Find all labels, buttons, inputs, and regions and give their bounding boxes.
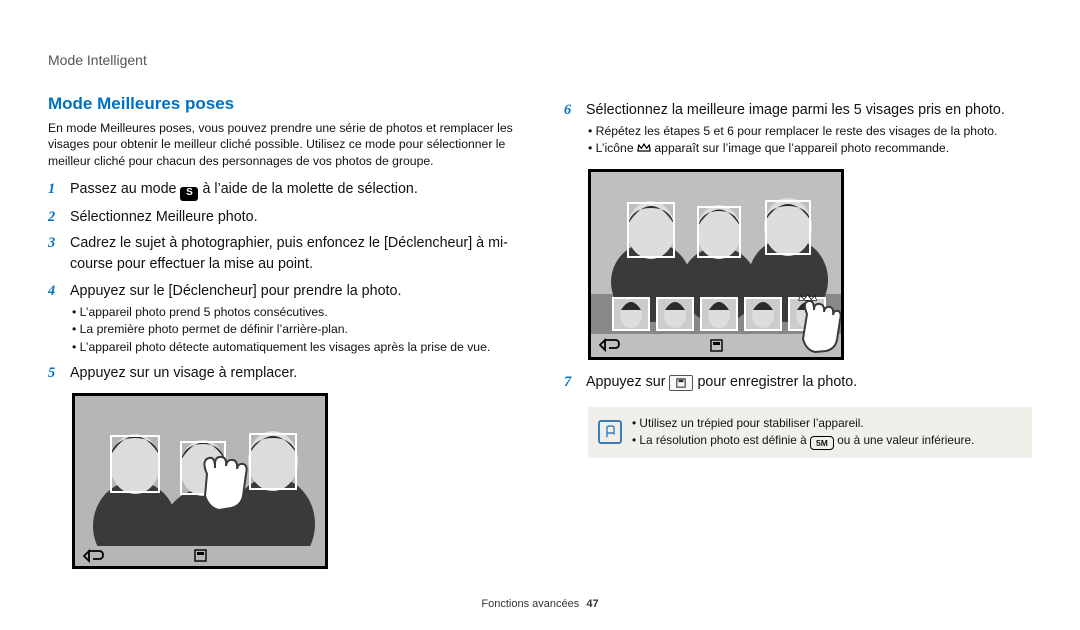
- step-6-sub2: L’icône apparaît sur l’image que l’appar…: [588, 140, 1032, 159]
- save-icon: [669, 375, 693, 391]
- step-3-shutter: Déclencheur: [388, 235, 468, 251]
- resolution-5m-icon: 5M: [810, 436, 834, 450]
- crown-icon: [637, 141, 651, 159]
- step-4: 4 Appuyez sur le [Déclencheur] pour pren…: [48, 281, 516, 302]
- step-number: 6: [564, 100, 578, 121]
- mode-s-icon: S: [180, 187, 198, 201]
- running-header: Mode Intelligent: [48, 52, 1032, 68]
- illustration-step6: [588, 169, 844, 360]
- step-4-sub: L’appareil photo prend 5 photos consécut…: [72, 304, 516, 357]
- note-1: Utilisez un trépied pour stabiliser l’ap…: [632, 415, 974, 432]
- step-7-text-b: pour enregistrer la photo.: [697, 374, 857, 390]
- step-number: 4: [48, 281, 62, 302]
- step-1-text-a: Passez au mode: [70, 181, 180, 197]
- step-3: 3 Cadrez le sujet à photographier, puis …: [48, 233, 516, 274]
- step-number: 3: [48, 233, 62, 274]
- page-number: 47: [586, 598, 598, 610]
- step-7: 7 Appuyez sur pour enregistrer la photo.: [564, 372, 1032, 393]
- step-7-text-a: Appuyez sur: [586, 374, 669, 390]
- step-2-text-a: Sélectionnez: [70, 209, 156, 225]
- step-number: 5: [48, 363, 62, 384]
- illustration-step5: [72, 393, 328, 569]
- step-4-sub2: La première photo permet de définir l’ar…: [72, 321, 516, 339]
- section-title: Mode Meilleures poses: [48, 94, 516, 114]
- step-6-sub1: Répétez les étapes 5 et 6 pour remplacer…: [588, 123, 1032, 141]
- step-1-text-b: à l’aide de la molette de sélection.: [202, 181, 417, 197]
- step-2-text-c: .: [254, 209, 258, 225]
- step-1: 1 Passez au mode S à l’aide de la molett…: [48, 179, 516, 200]
- step-2: 2 Sélectionnez Meilleure photo.: [48, 207, 516, 228]
- left-column: Mode Meilleures poses En mode Meilleures…: [48, 94, 516, 569]
- right-column: 6 Sélectionnez la meilleure image parmi …: [564, 94, 1032, 569]
- step-4-sub3: L’appareil photo détecte automatiquement…: [72, 339, 516, 357]
- step-5: 5 Appuyez sur un visage à remplacer.: [48, 363, 516, 384]
- step-6-sub: Répétez les étapes 5 et 6 pour remplacer…: [588, 123, 1032, 159]
- note-2: La résolution photo est définie à 5M ou …: [632, 432, 974, 450]
- step-number: 1: [48, 179, 62, 200]
- step-4-text-c: ] pour prendre la photo.: [253, 283, 402, 299]
- step-4-sub1: L’appareil photo prend 5 photos consécut…: [72, 304, 516, 322]
- step-number: 7: [564, 372, 578, 393]
- step-6-text: Sélectionnez la meilleure image parmi le…: [586, 100, 1005, 121]
- note-box: Utilisez un trépied pour stabiliser l’ap…: [588, 407, 1032, 458]
- step-6: 6 Sélectionnez la meilleure image parmi …: [564, 100, 1032, 121]
- step-number: 2: [48, 207, 62, 228]
- page-footer: Fonctions avancées 47: [48, 598, 1032, 610]
- step-2-uiword: Meilleure photo: [156, 209, 254, 225]
- step-4-shutter: Déclencheur: [173, 283, 253, 299]
- footer-section: Fonctions avancées: [481, 598, 579, 610]
- step-5-text: Appuyez sur un visage à remplacer.: [70, 363, 297, 384]
- note-icon: [598, 420, 622, 444]
- step-4-text-a: Appuyez sur le [: [70, 283, 173, 299]
- intro-paragraph: En mode Meilleures poses, vous pouvez pr…: [48, 120, 516, 169]
- step-3-text-a: Cadrez le sujet à photographier, puis en…: [70, 235, 388, 251]
